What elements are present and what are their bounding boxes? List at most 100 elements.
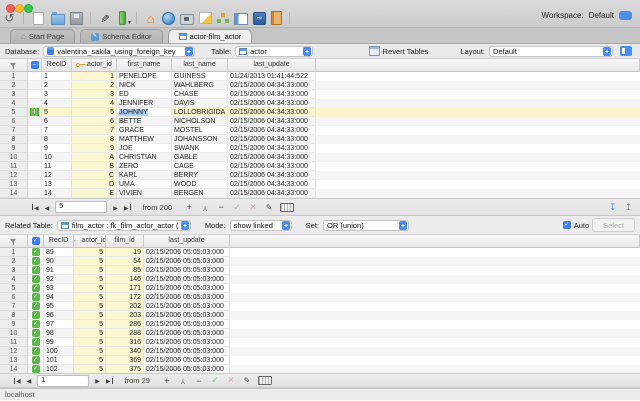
linked-record-checkbox[interactable] [32,257,40,265]
delete-record-button[interactable]: − [194,376,204,386]
table-cell-last_name[interactable]: GUINESS [172,72,228,81]
table-cell-film_id[interactable]: 146 [106,275,144,284]
table-row[interactable]: 444JENNIFERDAVIS02/15/2006 04:34:33:000 [0,99,640,108]
table-row[interactable]: 555JOHNNYLOLLOBRIGIDA02/15/2006 04:34:33… [0,108,640,117]
link-record-icon[interactable] [609,202,617,213]
table-cell-last_update[interactable]: 02/15/2006 04:34:33:000 [228,108,316,117]
table-cell-actor_id[interactable]: 5 [74,257,106,266]
table-cell-first_name[interactable]: GRACE [117,126,172,135]
table-row[interactable]: 492514602/15/2006 05:05:03:000 [0,275,640,284]
row-state-cell[interactable] [28,320,44,329]
table-cell-RecID[interactable]: 91 [44,266,74,275]
layout-select[interactable]: Default [489,46,613,57]
table-cell-film_id[interactable]: 171 [106,284,144,293]
linked-record-checkbox[interactable] [32,347,40,355]
media-icon[interactable] [180,14,194,25]
table-row[interactable]: 333EDCHASE02/15/2006 04:34:33:000 [0,90,640,99]
server-icon[interactable] [119,11,126,25]
feedback-chat-icon[interactable] [619,11,632,20]
linked-record-checkbox[interactable] [32,266,40,274]
row-state-cell[interactable] [28,180,42,189]
table-cell-film_id[interactable]: 85 [106,266,144,275]
table-cell-film_id[interactable]: 202 [106,302,144,311]
table-row[interactable]: 1212CKARLBERRY02/15/2006 04:34:33:000 [0,171,640,180]
row-number[interactable]: 12 [0,347,28,356]
first-record-button[interactable] [32,203,39,212]
table-cell-RecID[interactable]: 1 [42,72,72,81]
column-header-film_id[interactable]: film_id [106,235,144,248]
table-cell-last_update[interactable]: 02/15/2006 04:34:33:000 [228,180,316,189]
table-cell-actor_id[interactable]: 5 [74,284,106,293]
table-cell-last_name[interactable]: LOLLOBRIGIDA [172,108,228,117]
row-state-cell[interactable] [28,257,44,266]
last-record-button[interactable] [124,203,131,212]
table-cell-RecID[interactable]: 97 [44,320,74,329]
table-cell-film_id[interactable]: 203 [106,311,144,320]
table-cell-actor_id[interactable]: 5 [74,320,106,329]
row-number[interactable]: 1 [0,248,28,257]
linked-record-checkbox[interactable] [32,275,40,283]
table-cell-RecID[interactable]: 92 [44,275,74,284]
table-row[interactable]: 1313DUMAWOOD02/15/2006 04:34:33:000 [0,180,640,189]
table-cell-RecID[interactable]: 96 [44,311,74,320]
report-icon[interactable] [271,11,282,25]
table-cell-last_name[interactable]: CHASE [172,90,228,99]
row-number[interactable]: 6 [0,117,28,126]
table-row[interactable]: 694517202/15/2006 05:05:03:000 [0,293,640,302]
row-state-cell[interactable] [28,153,42,162]
table-cell-RecID[interactable]: 89 [44,248,74,257]
table-cell-actor_id[interactable]: 1 [72,72,117,81]
table-cell-first_name[interactable]: PENELOPE [117,72,172,81]
pen-icon[interactable] [98,12,111,25]
row-number[interactable]: 7 [0,126,28,135]
table-cell-actor_id[interactable]: 7 [72,126,117,135]
table-cell-actor_id[interactable]: A [72,153,117,162]
tab-schema-editor[interactable]: Schema Editor [80,29,162,43]
table-cell-film_id[interactable]: 316 [106,338,144,347]
row-state-cell[interactable] [28,365,44,373]
row-state-cell[interactable] [28,72,42,81]
table-cell-first_name[interactable]: JOE [117,144,172,153]
table-row[interactable]: 222NICKWAHLBERG02/15/2006 04:34:33:000 [0,81,640,90]
table-cell-RecID[interactable]: 3 [42,90,72,99]
table-cell-actor_id[interactable]: 5 [74,302,106,311]
table-row[interactable]: 888MATTHEWJOHANSSON02/15/2006 04:34:33:0… [0,135,640,144]
diagram-icon[interactable] [217,12,229,24]
column-header-actor_id[interactable]: actor_id [74,235,106,248]
table-cell-actor_id[interactable]: 5 [74,275,106,284]
table-row[interactable]: 12100534002/15/2006 05:05:03:000 [0,347,640,356]
row-number[interactable]: 8 [0,135,28,144]
table-cell-last_name[interactable]: WAHLBERG [172,81,228,90]
table-cell-last_update[interactable]: 02/15/2006 04:34:33:000 [228,162,316,171]
keyboard-icon[interactable] [280,203,294,212]
row-number[interactable]: 10 [0,329,28,338]
row-number[interactable]: 12 [0,171,28,180]
column-header-RecID[interactable]: RecID [42,59,72,72]
picture-icon[interactable] [199,12,212,24]
table-cell-actor_id[interactable]: 4 [72,99,117,108]
table-row[interactable]: 1111BZEROCAGE02/15/2006 04:34:33:000 [0,162,640,171]
first-record-button[interactable] [14,376,21,385]
table-cell-actor_id[interactable]: 5 [72,108,117,117]
table-cell-last_update[interactable]: 02/15/2006 04:34:33:000 [228,153,316,162]
table-cell-actor_id[interactable]: E [72,189,117,198]
table-cell-film_id[interactable]: 172 [106,293,144,302]
table-cell-last_update[interactable]: 02/15/2006 05:05:03:000 [144,248,230,257]
row-state-cell[interactable] [28,338,44,347]
table-cell-last_update[interactable]: 02/15/2006 04:34:33:000 [228,81,316,90]
table-cell-actor_id[interactable]: 3 [72,90,117,99]
table-cell-RecID[interactable]: 7 [42,126,72,135]
table-cell-film_id[interactable]: 54 [106,257,144,266]
table-cell-actor_id[interactable]: 2 [72,81,117,90]
column-header-last_name[interactable]: last_name [172,59,228,72]
table-cell-actor_id[interactable]: 5 [74,347,106,356]
row-number[interactable]: 1 [0,72,28,81]
table-cell-last_update[interactable]: 02/15/2006 05:05:03:000 [144,275,230,284]
table-cell-RecID[interactable]: 13 [42,180,72,189]
linked-record-checkbox[interactable] [32,356,40,364]
add-related-record-button[interactable]: Y [200,204,210,211]
row-state-cell[interactable] [28,108,42,117]
table-cell-first_name[interactable]: BETTE [117,117,172,126]
table-select[interactable]: actor [235,46,313,57]
table-cell-RecID[interactable]: 100 [44,347,74,356]
